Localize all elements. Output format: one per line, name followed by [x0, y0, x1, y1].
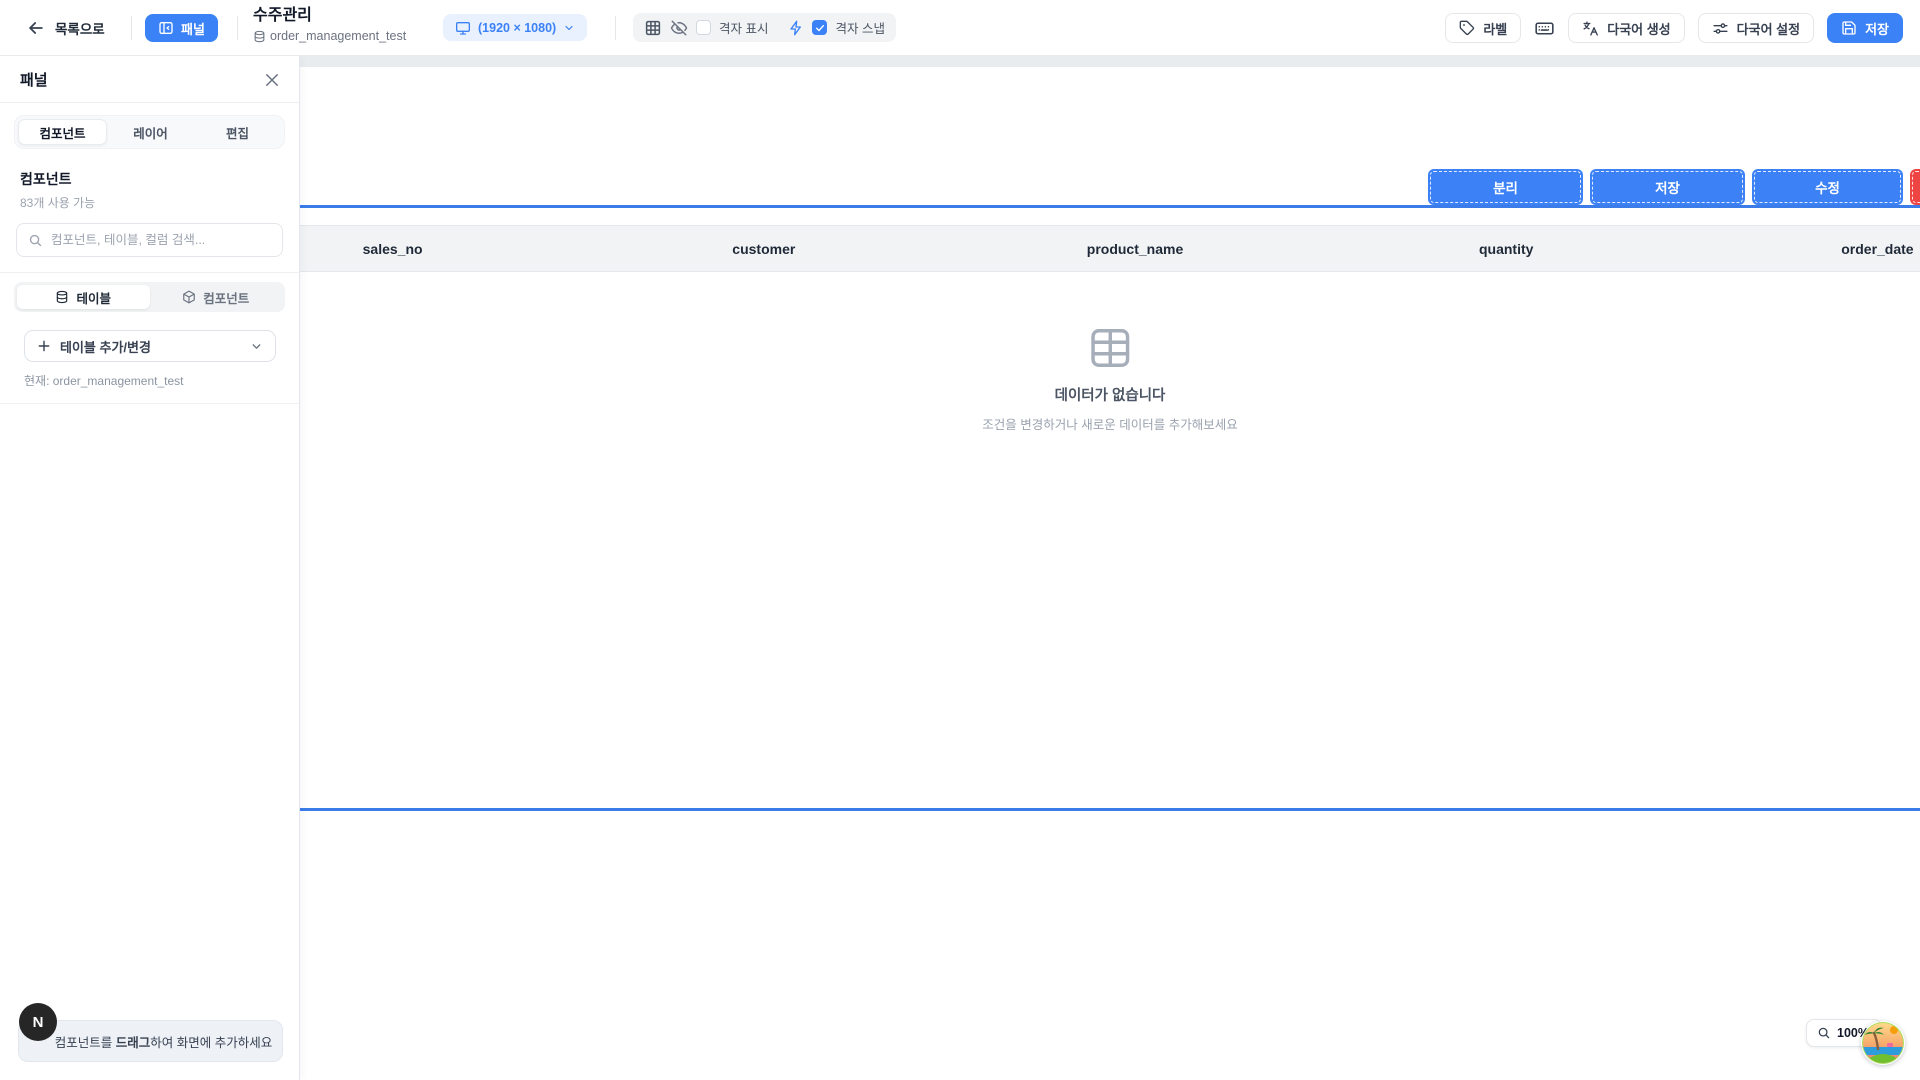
- source-tab-table[interactable]: 테이블: [17, 285, 150, 309]
- grid-options-group: 격자 표시 격자 스냅: [633, 13, 896, 42]
- search-input[interactable]: [51, 224, 281, 256]
- components-section-header: 컴포넌트 83개 사용 가능: [20, 169, 279, 211]
- title-block: 수주관리 order_management_test: [253, 6, 406, 43]
- grid-show-label: 격자 표시: [719, 18, 768, 37]
- panel-left-icon: [158, 20, 174, 36]
- column-header[interactable]: customer: [578, 226, 949, 271]
- detach-button[interactable]: 분리: [1428, 169, 1583, 205]
- back-to-list-label[interactable]: 목록으로: [55, 0, 105, 56]
- panel-close-button[interactable]: [263, 69, 285, 91]
- divider: [615, 16, 616, 40]
- chevron-down-icon: [563, 22, 575, 34]
- toolbar-right-group: 라벨 다국어 생성 다국어 설정 저장: [1445, 13, 1903, 43]
- database-icon: [55, 290, 69, 304]
- selection-line-bottom: [207, 808, 1920, 811]
- resolution-selector[interactable]: (1920 × 1080): [443, 14, 587, 41]
- back-button[interactable]: [26, 18, 46, 38]
- grid-empty-state: 데이터가 없습니다 조건을 변경하거나 새로운 데이터를 추가해보세요: [982, 325, 1237, 433]
- chevron-down-icon: [250, 340, 263, 353]
- edit-row-button[interactable]: 수정: [1752, 169, 1903, 205]
- page-subtitle: order_management_test: [253, 29, 406, 43]
- selection-line-top: [207, 205, 1920, 208]
- divider: [131, 16, 132, 40]
- translate-icon: [1582, 20, 1599, 37]
- island-overlay-icon[interactable]: [1861, 1021, 1905, 1065]
- divider: [237, 16, 238, 40]
- sliders-icon: [1712, 20, 1729, 37]
- add-table-dropdown[interactable]: 테이블 추가/변경: [24, 330, 276, 362]
- panel-tab-bar: 컴포넌트 레이어 편집: [14, 115, 285, 149]
- empty-state-subtitle: 조건을 변경하거나 새로운 데이터를 추가해보세요: [982, 414, 1237, 433]
- panel-title: 패널: [20, 69, 48, 90]
- keyboard-icon: [1534, 18, 1555, 39]
- components-section-title: 컴포넌트: [20, 169, 279, 189]
- arrow-left-icon: [26, 18, 46, 38]
- current-table-label: 현재: order_management_test: [24, 372, 275, 389]
- grid-show-checkbox[interactable]: [696, 20, 711, 35]
- source-segmented-control: 테이블 컴포넌트: [14, 282, 285, 312]
- drag-hint: 컴포넌트를 드래그하여 화면에 추가하세요: [18, 1020, 283, 1062]
- grid-snap-label: 격자 스냅: [835, 18, 884, 37]
- check-icon: [815, 23, 825, 33]
- component-search: [16, 223, 283, 257]
- top-toolbar: 목록으로 패널 수주관리 order_management_test (1920…: [0, 0, 1920, 56]
- panel-header: 패널: [0, 56, 299, 103]
- search-icon: [28, 233, 43, 248]
- tab-layers[interactable]: 레이어: [107, 119, 194, 145]
- close-icon: [263, 71, 281, 89]
- cube-icon: [182, 290, 196, 304]
- database-icon: [253, 30, 266, 43]
- lightning-icon: [788, 20, 804, 36]
- tab-edit[interactable]: 편집: [194, 119, 281, 145]
- empty-table-icon: [1087, 325, 1133, 371]
- label-button[interactable]: 라벨: [1445, 13, 1521, 43]
- i18n-settings-button[interactable]: 다국어 설정: [1698, 13, 1814, 43]
- grid-snap-checkbox[interactable]: [812, 20, 827, 35]
- divider: [0, 403, 299, 404]
- monitor-icon: [455, 20, 471, 36]
- magnifier-icon: [1817, 1026, 1831, 1040]
- data-grid-component[interactable]: sales_no customer product_name quantity …: [207, 205, 1920, 811]
- column-header[interactable]: order_date: [1692, 226, 1920, 271]
- source-tab-component[interactable]: 컴포넌트: [150, 285, 283, 309]
- grid-icon: [644, 19, 662, 37]
- components-panel: 패널 컴포넌트 레이어 편집 컴포넌트 83개 사용 가능 테이블 컴포넌트 테…: [0, 56, 300, 1080]
- save-row-button[interactable]: 저장: [1590, 169, 1745, 205]
- grid-header-row: sales_no customer product_name quantity …: [207, 225, 1920, 272]
- cursor-badge: N: [19, 1003, 57, 1041]
- save-icon: [1841, 20, 1857, 36]
- eye-off-icon: [670, 19, 688, 37]
- divider: [0, 272, 299, 273]
- i18n-generate-button[interactable]: 다국어 생성: [1568, 13, 1684, 43]
- panel-toggle-button[interactable]: 패널: [145, 14, 218, 42]
- column-header[interactable]: quantity: [1321, 226, 1692, 271]
- components-available-count: 83개 사용 가능: [20, 194, 279, 211]
- delete-row-button[interactable]: [1910, 169, 1920, 205]
- bound-table-name: order_management_test: [270, 29, 406, 43]
- save-button[interactable]: 저장: [1827, 13, 1903, 43]
- resolution-value: (1920 × 1080): [478, 21, 556, 35]
- keyboard-shortcuts-button[interactable]: [1534, 18, 1555, 39]
- tag-icon: [1459, 20, 1475, 36]
- column-header[interactable]: product_name: [949, 226, 1320, 271]
- empty-state-title: 데이터가 없습니다: [1055, 384, 1166, 405]
- tab-components[interactable]: 컴포넌트: [18, 119, 107, 145]
- plus-icon: [37, 339, 51, 353]
- page-title: 수주관리: [253, 6, 406, 26]
